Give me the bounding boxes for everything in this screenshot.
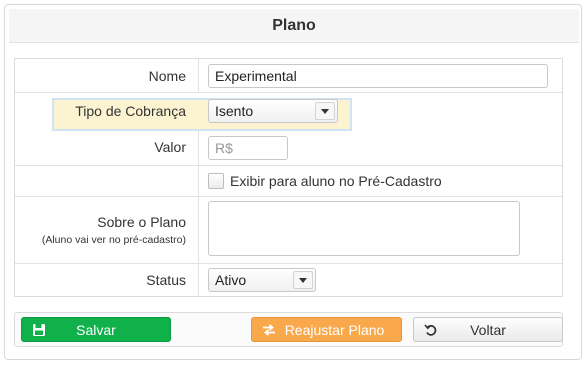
tipo-cobranca-label: Tipo de Cobrança: [75, 102, 186, 119]
salvar-button[interactable]: Salvar: [21, 317, 171, 342]
swap-arrows-icon: [262, 323, 276, 337]
plan-form: Nome Experimental Tipo de Cobrança Isent…: [14, 58, 563, 297]
status-label: Status: [15, 264, 199, 296]
valor-input[interactable]: R$: [208, 136, 288, 160]
page-title: Plano: [272, 16, 316, 34]
row-exibir: Exibir para aluno no Pré-Cadastro: [15, 166, 562, 197]
row-valor: Valor R$: [15, 129, 562, 166]
tipo-cobranca-select[interactable]: Isento: [208, 99, 338, 123]
salvar-label: Salvar: [76, 321, 116, 338]
status-value: Ativo: [215, 272, 247, 288]
voltar-button[interactable]: Voltar: [413, 317, 563, 342]
status-select[interactable]: Ativo: [208, 268, 316, 292]
row-sobre: Sobre o Plano (Aluno vai ver no pré-cada…: [15, 197, 562, 264]
sobre-label-cell: Sobre o Plano (Aluno vai ver no pré-cada…: [15, 197, 199, 263]
sobre-textarea[interactable]: [208, 201, 520, 256]
tipo-cobranca-value: Isento: [215, 103, 254, 119]
nome-input[interactable]: Experimental: [208, 64, 548, 88]
form-actions: Salvar Reajustar Plano Voltar: [14, 312, 563, 347]
exibir-label: Exibir para aluno no Pré-Cadastro: [230, 173, 442, 189]
reajustar-label: Reajustar Plano: [284, 321, 385, 338]
undo-icon: [424, 323, 438, 337]
row-status: Status Ativo: [15, 264, 562, 296]
sobre-sublabel: (Aluno vai ver no pré-cadastro): [41, 234, 186, 246]
valor-label: Valor: [15, 129, 199, 165]
row-nome: Nome Experimental: [15, 59, 562, 93]
exibir-checkbox[interactable]: [208, 173, 224, 189]
voltar-label: Voltar: [470, 321, 506, 338]
chevron-down-icon[interactable]: [315, 102, 335, 120]
row-tipo-cobranca: Tipo de Cobrança Isento: [15, 93, 562, 129]
chevron-down-icon[interactable]: [293, 271, 313, 289]
sobre-label: Sobre o Plano: [97, 214, 186, 230]
panel-header: Plano: [9, 9, 579, 43]
nome-label: Nome: [15, 59, 199, 92]
exibir-label-cell: [15, 166, 199, 196]
reajustar-plano-button[interactable]: Reajustar Plano: [251, 317, 402, 342]
floppy-disk-icon: [32, 323, 46, 337]
